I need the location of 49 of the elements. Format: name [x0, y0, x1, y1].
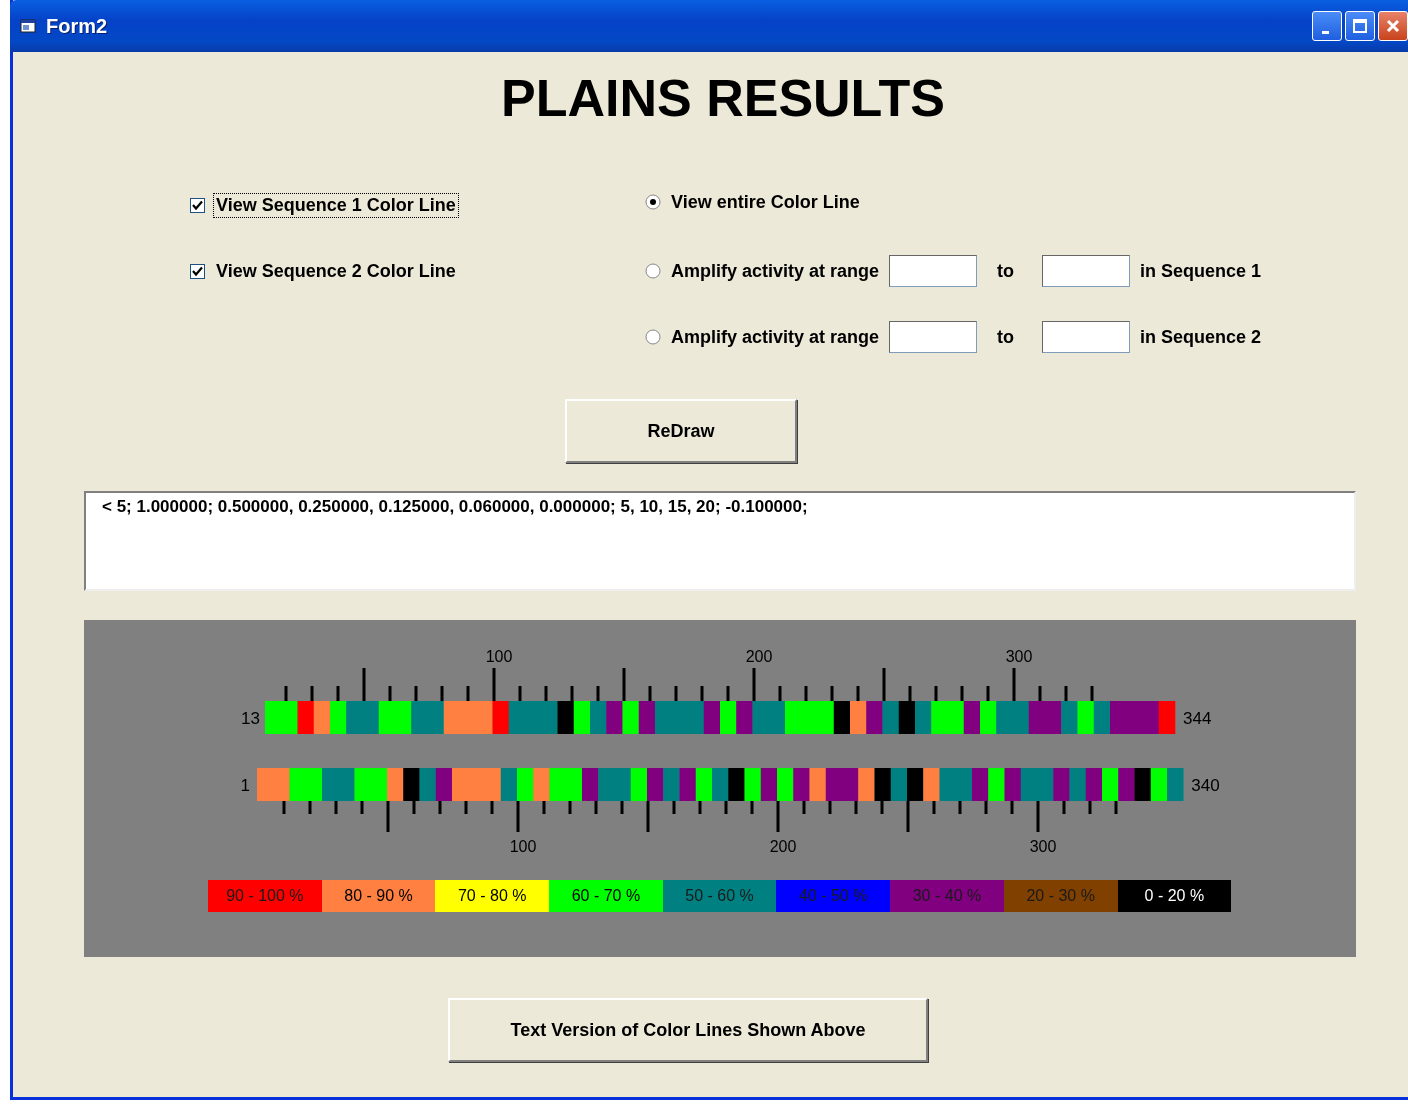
maximize-icon: [1352, 18, 1368, 34]
axis-label: 100: [509, 838, 537, 855]
checkbox[interactable]: [190, 263, 205, 279]
range-end-field[interactable]: [1042, 255, 1131, 287]
range-start-field[interactable]: [889, 255, 978, 287]
checkbox[interactable]: [190, 197, 205, 213]
legend-item: 90 - 100 %: [208, 880, 322, 912]
legend-item: 30 - 40 %: [890, 880, 1004, 912]
output-text-box[interactable]: < 5; 1.000000; 0.500000, 0.250000, 0.125000, 0.060000, 0.000000; 5, 10, 15, 20; -0.100000;: [84, 491, 1356, 591]
axis-label: 100: [485, 648, 513, 665]
range-start-field[interactable]: [889, 321, 978, 353]
to-label: to: [997, 260, 1015, 282]
close-icon: [1385, 18, 1401, 34]
range-end-field[interactable]: [1042, 321, 1131, 353]
legend-item: 60 - 70 %: [549, 880, 663, 912]
sequence-label: in Sequence 2: [1140, 326, 1262, 348]
legend-item: 50 - 60 %: [662, 880, 777, 912]
legend-item: 70 - 80 %: [435, 880, 550, 912]
radio-label[interactable]: Amplify activity at range: [671, 260, 880, 282]
form-heading: PLAINS RESULTS: [500, 68, 946, 128]
checkbox-label[interactable]: View Sequence 2 Color Line: [213, 258, 459, 284]
legend-item: 0 - 20 %: [1117, 880, 1232, 912]
legend-item: 80 - 90 %: [321, 880, 436, 912]
radio-button[interactable]: [645, 194, 661, 210]
radio-label[interactable]: Amplify activity at range: [671, 326, 880, 348]
axis-label: 300: [1029, 838, 1057, 855]
text-version-button[interactable]: Text Version of Color Lines Shown Above: [448, 998, 928, 1062]
window-title: Form2: [46, 14, 108, 38]
close-button[interactable]: [1378, 11, 1408, 41]
sequence-start-label: 13: [241, 709, 260, 728]
sequence-label: in Sequence 1: [1140, 260, 1262, 282]
legend-item: 20 - 30 %: [1003, 880, 1118, 912]
legend-item: 40 - 50 %: [776, 880, 891, 912]
sequence-start-label: 1: [240, 776, 250, 795]
axis-label: 300: [1005, 648, 1033, 665]
radio-button[interactable]: [645, 329, 661, 345]
radio-label[interactable]: View entire Color Line: [671, 191, 860, 213]
minimize-icon: [1321, 30, 1329, 34]
minimize-button[interactable]: [1312, 11, 1342, 41]
axis-label: 200: [769, 838, 797, 855]
sequence-end-label: 340: [1191, 776, 1220, 795]
redraw-button[interactable]: ReDraw: [565, 399, 797, 463]
maximize-button[interactable]: [1345, 11, 1375, 41]
sequence-end-label: 344: [1183, 709, 1212, 728]
to-label: to: [997, 326, 1015, 348]
checkbox-label[interactable]: View Sequence 1 Color Line: [213, 192, 459, 218]
axis-label: 200: [745, 648, 773, 665]
window-icon: [20, 19, 36, 33]
radio-button[interactable]: [645, 263, 661, 279]
